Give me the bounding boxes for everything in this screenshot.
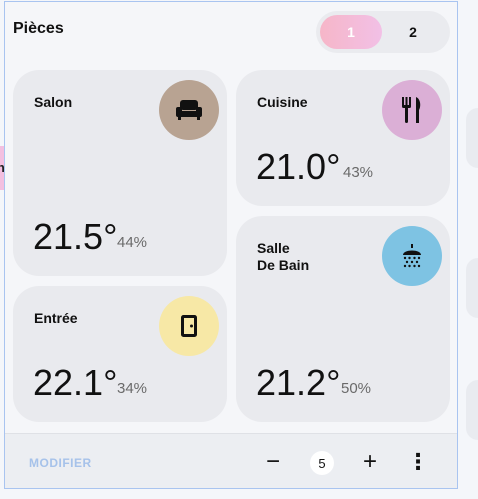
plus-button[interactable]: + bbox=[356, 448, 384, 476]
room-humidity: 43% bbox=[343, 164, 374, 181]
footer-toolbar: MODIFIER − 5 + ⋮ bbox=[5, 433, 457, 488]
room-temperature: 22.1° bbox=[33, 362, 118, 403]
fork-knife-icon bbox=[382, 80, 442, 140]
room-temperature: 21.2° bbox=[256, 362, 341, 403]
shower-icon bbox=[382, 226, 442, 286]
room-card-salon[interactable]: Salon 21.5° 44% bbox=[13, 70, 227, 276]
more-options-icon[interactable]: ⋮ bbox=[404, 448, 432, 476]
count-value: 5 bbox=[310, 451, 334, 475]
room-name: Salle De Bain bbox=[257, 240, 310, 273]
room-temperature: 21.5° bbox=[33, 216, 118, 257]
page-2-button[interactable]: 2 bbox=[382, 15, 444, 49]
room-name: Entrée bbox=[34, 310, 78, 326]
rooms-panel: Pièces 1 2 Salon 21.5° 44% Cuisine 21.0°… bbox=[4, 1, 458, 489]
room-temperature: 21.0° bbox=[256, 146, 341, 187]
room-card-salle-de-bain[interactable]: Salle De Bain 21.2° 50% bbox=[236, 216, 450, 422]
room-name: Salon bbox=[34, 94, 73, 110]
screen: ne Pièces 1 2 Salon 21.5° 44% bbox=[0, 0, 478, 499]
room-card-cuisine[interactable]: Cuisine 21.0° 43% bbox=[236, 70, 450, 206]
modify-button[interactable]: MODIFIER bbox=[29, 456, 92, 470]
room-humidity: 44% bbox=[117, 234, 148, 251]
door-icon bbox=[159, 296, 219, 356]
room-card-entree[interactable]: Entrée 22.1° 34% bbox=[13, 286, 227, 422]
side-card-partial[interactable] bbox=[466, 258, 478, 318]
page-1-button[interactable]: 1 bbox=[320, 15, 382, 49]
minus-button[interactable]: − bbox=[259, 448, 287, 476]
room-humidity: 50% bbox=[341, 380, 372, 397]
side-card-partial[interactable] bbox=[466, 380, 478, 440]
page-title: Pièces bbox=[13, 20, 64, 37]
side-card-partial[interactable] bbox=[466, 108, 478, 168]
room-humidity: 34% bbox=[117, 380, 148, 397]
room-name: Cuisine bbox=[257, 94, 308, 110]
sofa-icon bbox=[159, 80, 219, 140]
page-selector: 1 2 bbox=[316, 11, 450, 53]
